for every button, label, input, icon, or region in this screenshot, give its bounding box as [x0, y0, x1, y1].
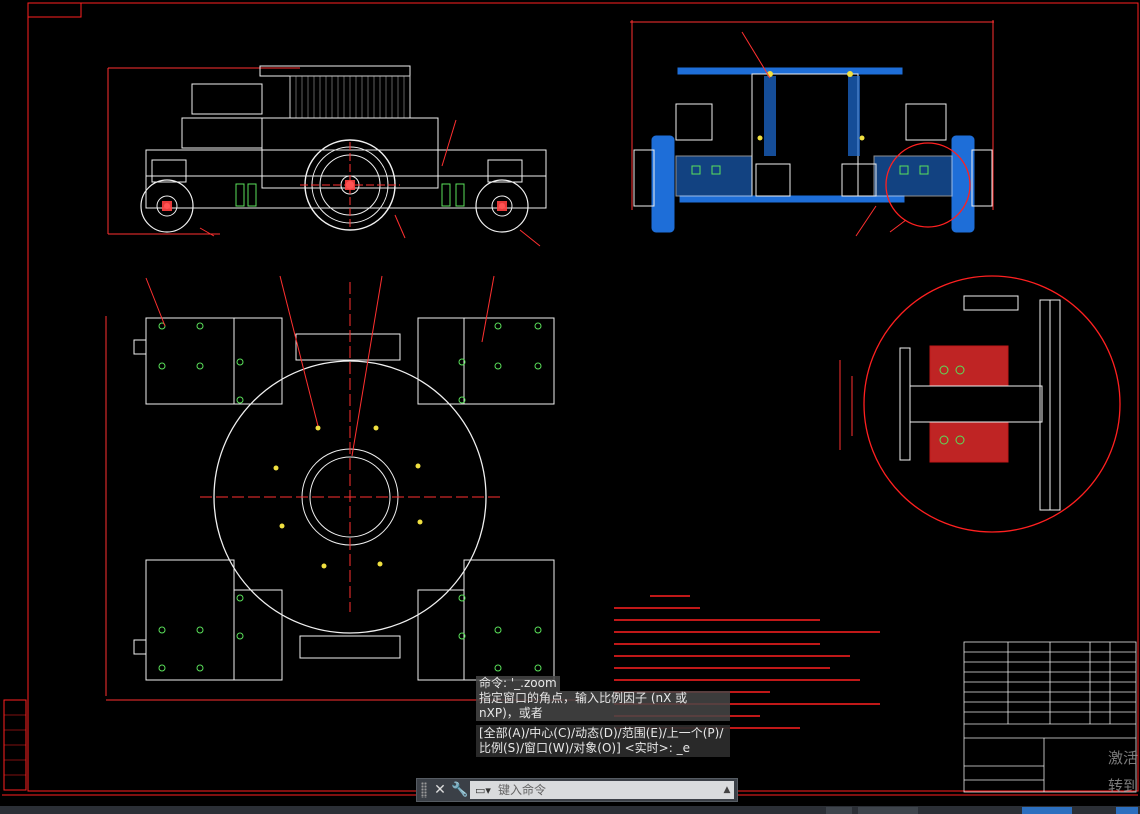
- command-input-wrap: ▭▾ ▲: [470, 781, 734, 799]
- chevron-up-icon[interactable]: ▲: [720, 785, 734, 795]
- status-button-active[interactable]: [1116, 807, 1138, 814]
- status-button-active[interactable]: [1022, 807, 1072, 814]
- activation-watermark: 激活 转到: [1108, 744, 1138, 800]
- command-history: 命令: '_.zoom 指定窗口的角点，输入比例因子 (nX 或 nXP)，或者…: [476, 676, 730, 757]
- wrench-icon[interactable]: 🔧: [450, 780, 470, 800]
- drag-handle-icon[interactable]: [421, 782, 427, 798]
- status-button[interactable]: [858, 807, 918, 814]
- command-history-line: [全部(A)/中心(C)/动态(D)/范围(E)/上一个(P)/比例(S)/窗口…: [476, 725, 730, 757]
- command-input[interactable]: [496, 782, 720, 798]
- command-prompt-icon[interactable]: ▭▾: [470, 782, 496, 798]
- status-button[interactable]: [826, 807, 852, 814]
- watermark-line: 转到: [1108, 777, 1139, 795]
- command-history-line: 指定窗口的角点，输入比例因子 (nX 或 nXP)，或者: [476, 691, 730, 721]
- command-history-line: 命令: '_.zoom: [476, 676, 560, 691]
- status-bar: [0, 806, 1140, 814]
- side-view: [107, 65, 547, 247]
- detail-view: [839, 275, 1121, 533]
- close-icon[interactable]: ✕: [430, 780, 450, 800]
- section-view: [630, 20, 994, 237]
- plan-view: [105, 275, 580, 701]
- watermark-line: 激活: [1108, 749, 1139, 767]
- command-line-bar: ✕ 🔧 ▭▾ ▲: [416, 778, 738, 802]
